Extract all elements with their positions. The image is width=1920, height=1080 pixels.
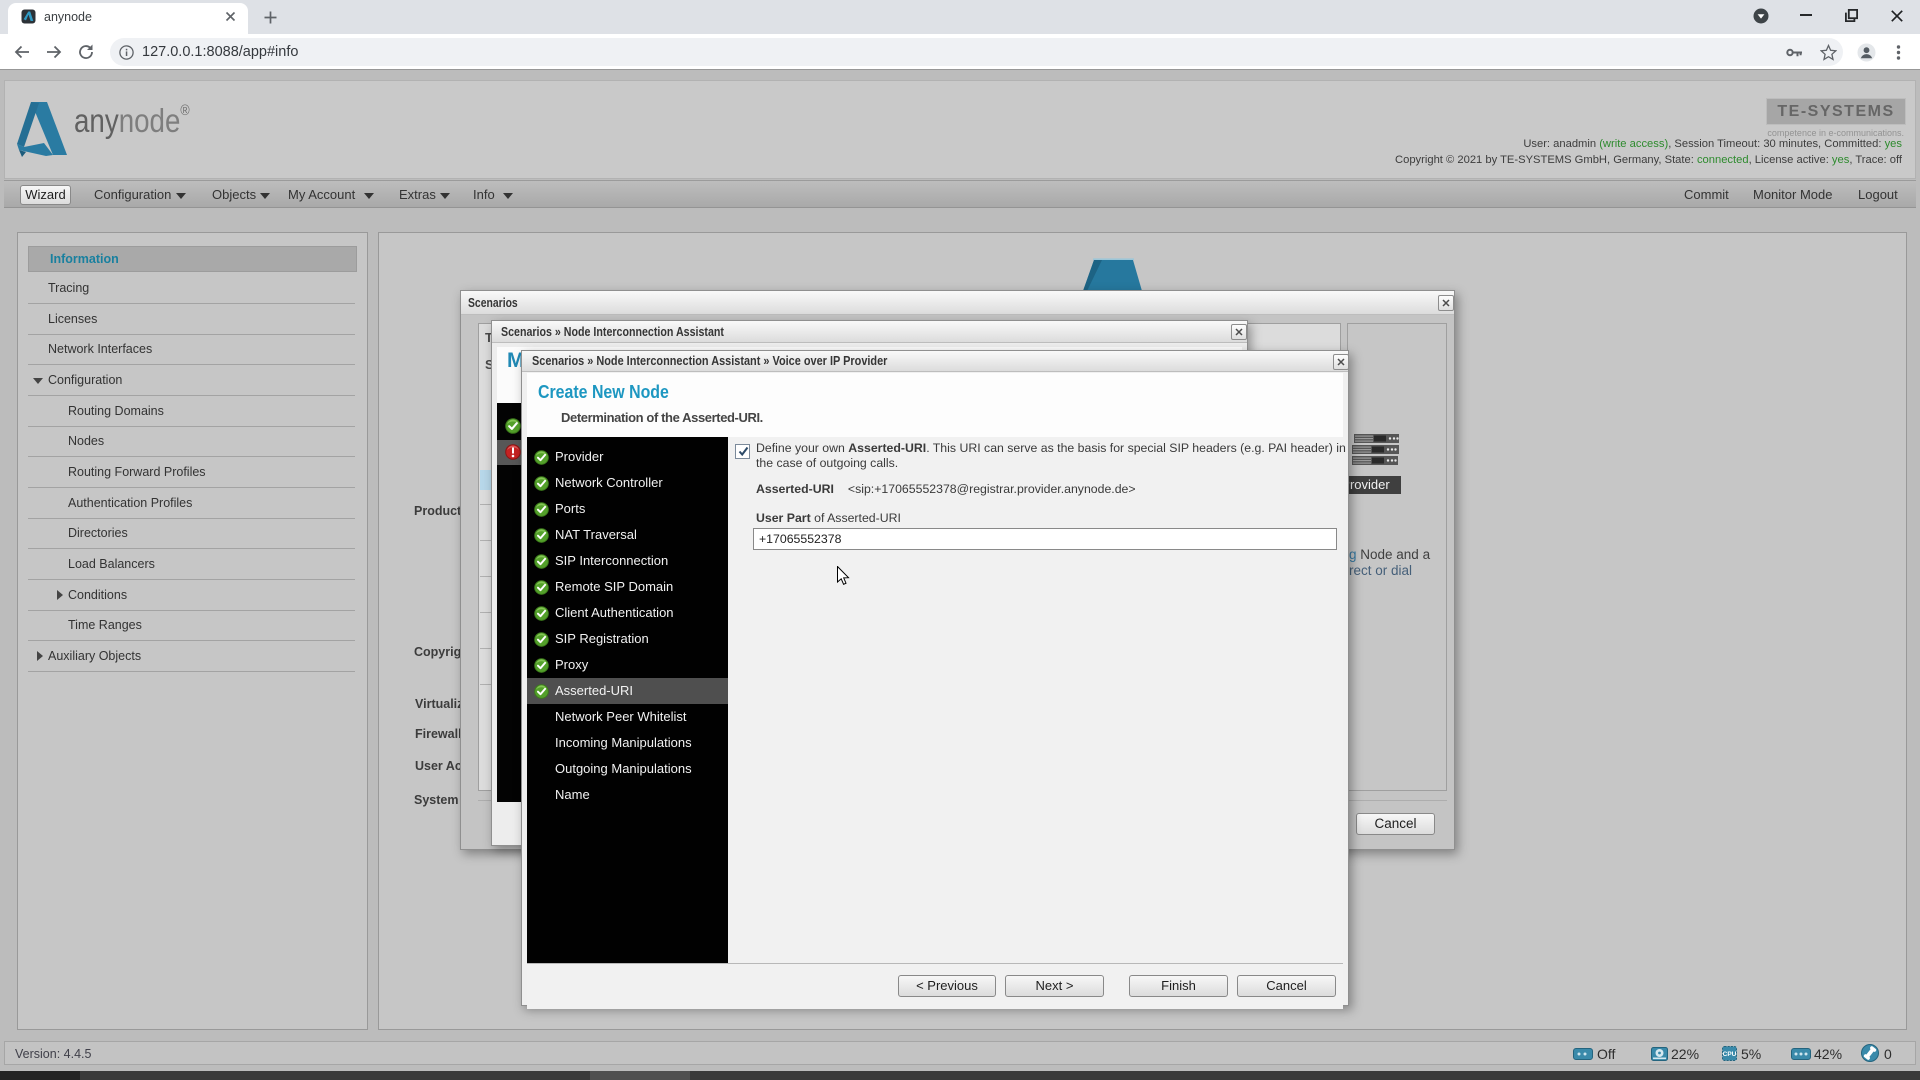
- svg-text:CPU: CPU: [1723, 1051, 1737, 1058]
